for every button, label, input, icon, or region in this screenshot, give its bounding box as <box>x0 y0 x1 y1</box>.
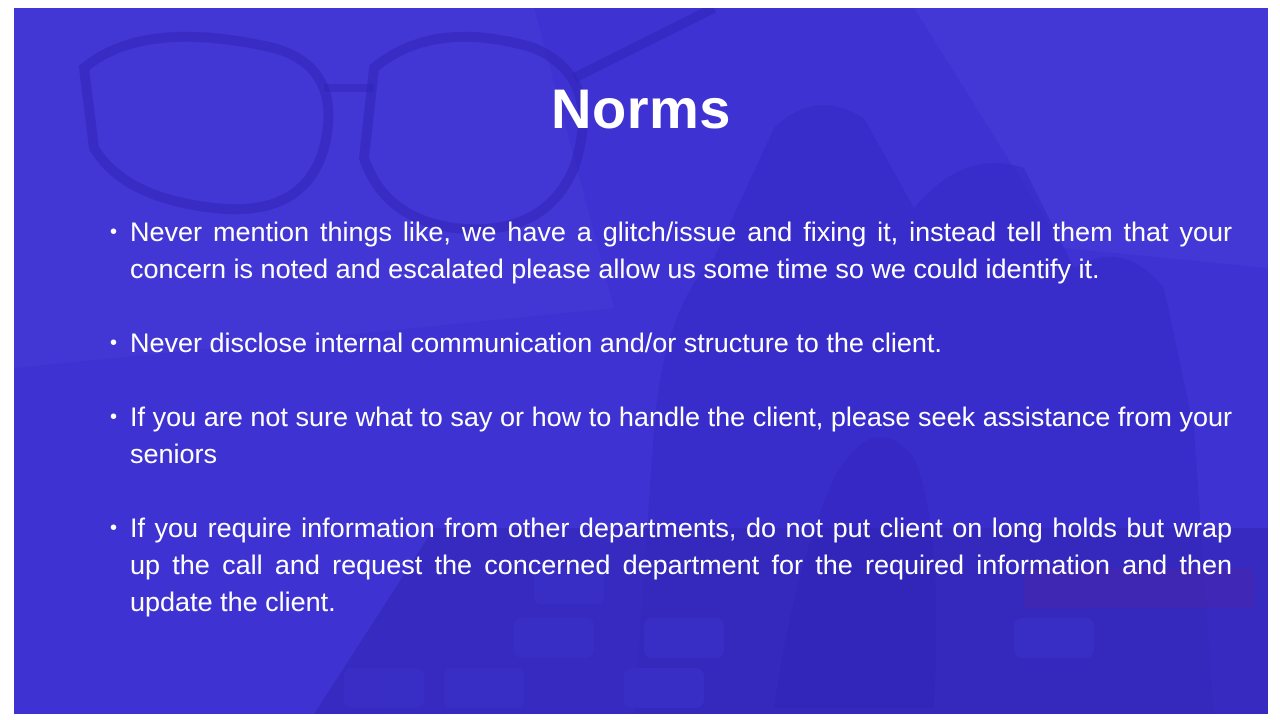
slide-title: Norms <box>551 77 731 140</box>
bullet-point-icon: • <box>110 517 118 539</box>
bullet-item: • If you require information from other … <box>110 510 1232 621</box>
bullet-text: If you are not sure what to say or how t… <box>130 402 1232 469</box>
bullet-text: Never mention things like, we have a gli… <box>130 217 1232 284</box>
bullet-item: • Never mention things like, we have a g… <box>110 214 1232 288</box>
bullet-item: • Never disclose internal communication … <box>110 325 1232 362</box>
bullet-text: If you require information from other de… <box>130 513 1232 617</box>
bullet-text: Never disclose internal communication an… <box>130 328 942 358</box>
bullet-point-icon: • <box>110 332 118 354</box>
bullet-point-icon: • <box>110 221 118 243</box>
bullet-list: • Never mention things like, we have a g… <box>110 214 1232 658</box>
bullet-item: • If you are not sure what to say or how… <box>110 399 1232 473</box>
slide: Norms • Never mention things like, we ha… <box>14 8 1268 714</box>
bullet-point-icon: • <box>110 406 118 428</box>
